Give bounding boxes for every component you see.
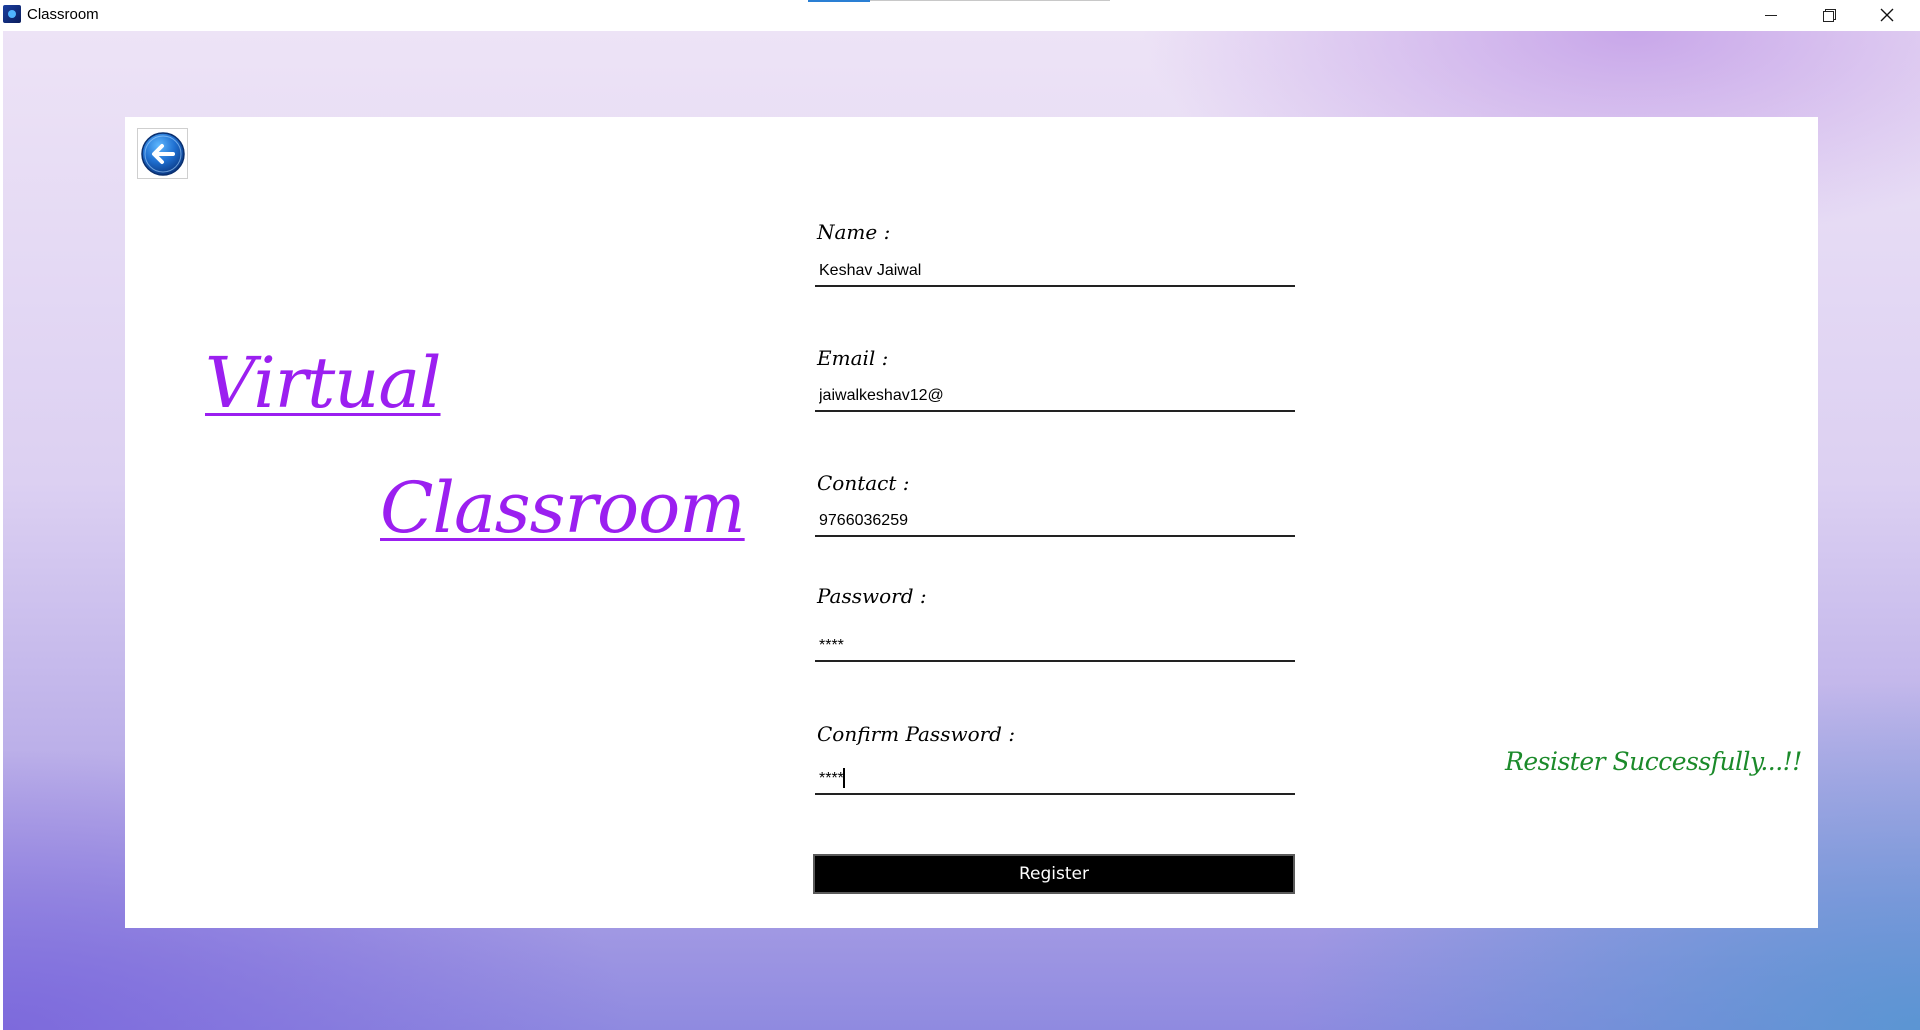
email-field[interactable] [815, 382, 1295, 412]
title-bar[interactable]: Classroom [0, 0, 1920, 31]
restore-icon [1823, 9, 1836, 22]
title-accent-bar [808, 0, 870, 2]
back-button[interactable] [137, 128, 188, 179]
confirm-password-field[interactable] [815, 765, 1295, 795]
status-message: Resister Successfully...!! [1505, 747, 1802, 776]
email-label: Email : [817, 346, 889, 370]
app-icon [3, 5, 21, 23]
close-button[interactable] [1858, 0, 1916, 30]
app-window: Classroom Virtual Classroom Name: Kesha… [0, 0, 1920, 1030]
contact-label: Contact : [817, 471, 910, 495]
password-label: Password : [817, 584, 927, 608]
window-title: Classroom [27, 6, 99, 23]
name-field[interactable] [815, 257, 1295, 287]
minimize-icon [1765, 14, 1777, 16]
close-icon [1880, 8, 1894, 22]
register-card: Virtual Classroom Name : Email : Contact… [125, 117, 1818, 928]
back-arrow-icon [140, 131, 185, 176]
minimize-button[interactable] [1742, 0, 1800, 30]
brand-title-line2: Classroom [380, 467, 746, 549]
register-button[interactable]: Register [813, 854, 1295, 894]
brand-title-line1: Virtual [205, 342, 442, 424]
confirm-password-label: Confirm Password : [817, 722, 1016, 746]
text-caret [843, 768, 845, 788]
restore-button[interactable] [1800, 0, 1858, 30]
title-accent-line [870, 0, 1110, 1]
contact-field[interactable] [815, 507, 1295, 537]
name-label: Name : [817, 220, 891, 244]
password-field[interactable] [815, 632, 1295, 662]
